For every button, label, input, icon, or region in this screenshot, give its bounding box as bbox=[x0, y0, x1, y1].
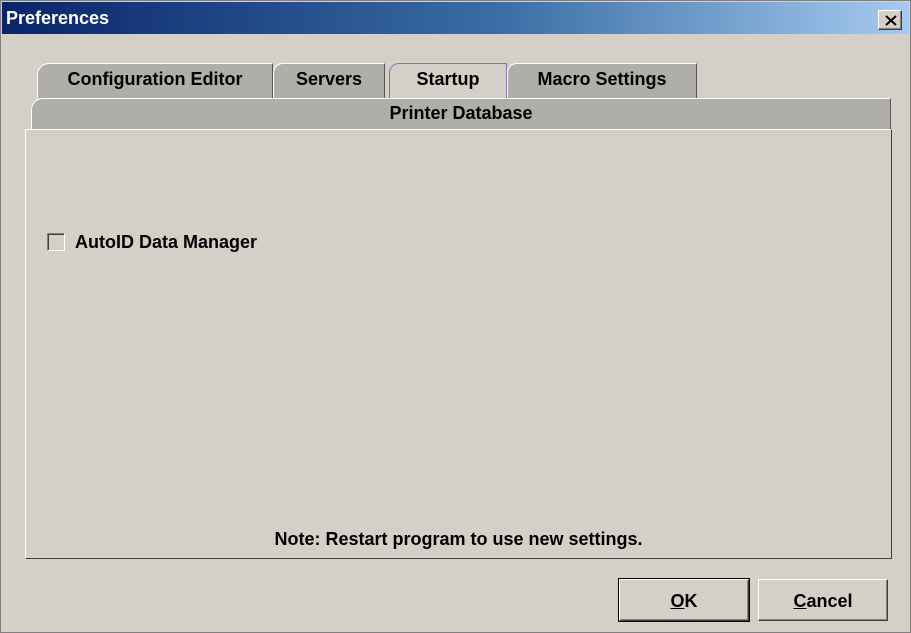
cancel-label-rest: ancel bbox=[806, 591, 853, 611]
startup-panel bbox=[25, 129, 892, 559]
close-icon bbox=[885, 15, 897, 26]
close-button[interactable] bbox=[878, 10, 902, 30]
tab-label: Macro Settings bbox=[537, 69, 667, 89]
ok-label-rest: K bbox=[684, 591, 698, 611]
tab-label: Printer Database bbox=[389, 103, 533, 123]
tab-label: Servers bbox=[295, 69, 363, 89]
tab-startup[interactable]: Startup bbox=[389, 63, 507, 98]
preferences-dialog: Preferences Configuration Editor Servers… bbox=[0, 0, 911, 633]
tab-servers[interactable]: Servers bbox=[273, 63, 385, 98]
ok-mnemonic: O bbox=[670, 591, 685, 611]
tab-macro-settings[interactable]: Macro Settings bbox=[507, 63, 697, 98]
checkbox-label: AutoID Data Manager bbox=[75, 231, 258, 252]
cancel-button[interactable]: Cancel bbox=[758, 579, 888, 621]
window-title: Preferences bbox=[6, 8, 110, 28]
restart-note: Note: Restart program to use new setting… bbox=[274, 529, 643, 549]
tab-label: Configuration Editor bbox=[67, 69, 243, 89]
tab-configuration-editor[interactable]: Configuration Editor bbox=[37, 63, 273, 98]
autoid-data-manager-checkbox[interactable] bbox=[47, 233, 65, 251]
cancel-mnemonic: C bbox=[793, 591, 807, 611]
tab-label: Startup bbox=[416, 69, 480, 89]
ok-button[interactable]: OK bbox=[618, 578, 750, 622]
tab-printer-database[interactable]: Printer Database bbox=[31, 98, 891, 129]
title-bar[interactable]: Preferences bbox=[2, 2, 909, 34]
autoid-data-manager-option[interactable]: AutoID Data Manager bbox=[47, 230, 257, 254]
